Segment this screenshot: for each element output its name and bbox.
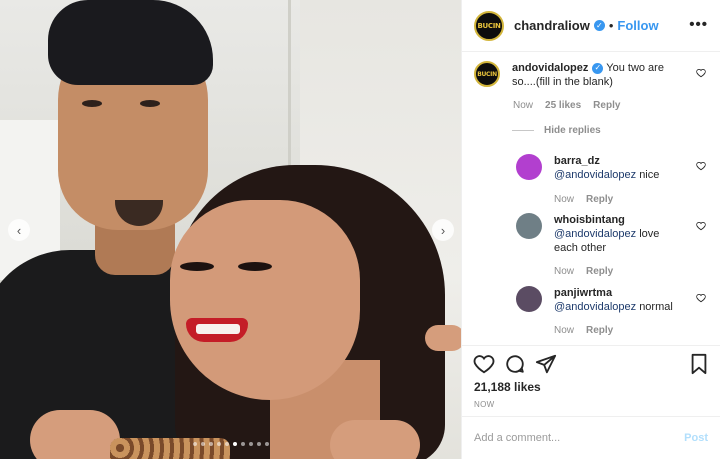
verified-badge-icon: ✓ (593, 20, 605, 31)
photo-finger (425, 325, 461, 351)
comments-section: BUCIN andovidalopez ✓ You two are so....(… (462, 53, 720, 345)
reply-item: barra_dz @andovidalopez nice (516, 154, 686, 182)
photo-man-eye (82, 100, 102, 107)
carousel-indicator (0, 442, 461, 446)
reply-meta: Now Reply (554, 194, 613, 205)
reply-time: Now (554, 266, 575, 277)
reply-item: whoisbintang @andovidalopez love each ot… (516, 213, 686, 255)
chevron-left-icon: ‹ (16, 222, 22, 238)
hide-replies-button[interactable]: Hide replies (512, 125, 601, 136)
chevron-right-icon: › (440, 222, 446, 238)
reply-text: nice (639, 169, 660, 181)
photo-hand-left (30, 410, 120, 459)
reply-avatar[interactable] (516, 286, 542, 312)
post-actions: 21,188 likes NOW (462, 345, 720, 415)
post-header: BUCIN chandraliow ✓ • Follow ••• (462, 0, 720, 52)
comment-time: Now (513, 100, 534, 111)
carousel-dot (240, 442, 245, 446)
comment-username[interactable]: andovidalopez (512, 62, 588, 74)
comment-icon[interactable] (504, 353, 526, 375)
reply-like-heart-icon[interactable] (696, 221, 706, 231)
reply-mention[interactable]: @andovidalopez (554, 301, 636, 313)
comment-reply-button[interactable]: Reply (593, 100, 620, 111)
photo-woman-eye (180, 262, 214, 271)
post-likes-count[interactable]: 21,188 likes (474, 380, 541, 394)
carousel-dot (200, 442, 205, 446)
bookmark-icon[interactable] (688, 353, 710, 375)
comment-like-heart-icon[interactable] (696, 68, 706, 78)
carousel-dot (216, 442, 221, 446)
carousel-dot (192, 442, 197, 446)
reply-time: Now (554, 194, 575, 205)
comment-meta: Now 25 likes Reply (513, 100, 620, 111)
carousel-dot (208, 442, 213, 446)
hide-replies-line (512, 130, 534, 131)
reply-text: normal (639, 301, 673, 313)
post-photo: ‹ › (0, 0, 461, 459)
reply-mention[interactable]: @andovidalopez (554, 169, 636, 181)
reply-username[interactable]: whoisbintang (554, 214, 625, 226)
reply-meta: Now Reply (554, 325, 613, 336)
header-separator: • (608, 18, 614, 33)
reply-avatar[interactable] (516, 154, 542, 180)
reply-avatar[interactable] (516, 213, 542, 239)
photo-hand-right (330, 420, 420, 459)
add-comment-input[interactable] (474, 432, 685, 444)
avatar-logo-text: BUCIN (477, 21, 501, 30)
photo-woman-eye (238, 262, 272, 271)
commenter-avatar[interactable]: BUCIN (474, 61, 500, 87)
carousel-prev-button[interactable]: ‹ (8, 219, 30, 241)
reply-body: barra_dz @andovidalopez nice (554, 154, 659, 182)
reply-reply-button[interactable]: Reply (586, 266, 613, 277)
reply-reply-button[interactable]: Reply (586, 194, 613, 205)
post-comment-button[interactable]: Post (684, 432, 708, 444)
carousel-dot (264, 442, 269, 446)
photo-woman-face (170, 200, 360, 400)
heart-icon[interactable] (473, 353, 495, 375)
reply-body: whoisbintang @andovidalopez love each ot… (554, 213, 672, 255)
hide-replies-label: Hide replies (544, 125, 601, 136)
verified-badge-icon: ✓ (592, 62, 604, 74)
add-comment-bar: Post (462, 416, 720, 459)
carousel-dot (256, 442, 261, 446)
reply-username[interactable]: barra_dz (554, 155, 600, 167)
post-timestamp: NOW (474, 400, 495, 409)
comment-likes-count[interactable]: 25 likes (545, 100, 581, 111)
poster-username[interactable]: chandraliow (514, 18, 590, 33)
carousel-dot-active (232, 442, 237, 446)
reply-reply-button[interactable]: Reply (586, 325, 613, 336)
share-icon[interactable] (535, 353, 557, 375)
reply-username[interactable]: panjiwrtma (554, 287, 612, 299)
reply-meta: Now Reply (554, 266, 613, 277)
reply-time: Now (554, 325, 575, 336)
photo-woman-teeth (196, 324, 240, 334)
reply-body: panjiwrtma @andovidalopez normal (554, 286, 673, 314)
carousel-next-button[interactable]: › (432, 219, 454, 241)
photo-man-eye (140, 100, 160, 107)
comment-body: andovidalopez ✓ You two are so....(fill i… (512, 61, 684, 89)
photo-man-hair (48, 0, 213, 85)
carousel-dot (248, 442, 253, 446)
more-options-icon[interactable]: ••• (689, 17, 708, 32)
poster-avatar[interactable]: BUCIN (474, 10, 504, 41)
follow-button[interactable]: Follow (617, 18, 658, 33)
carousel-dot (224, 442, 229, 446)
reply-item: panjiwrtma @andovidalopez normal (516, 286, 686, 314)
reply-like-heart-icon[interactable] (696, 161, 706, 171)
post-side-panel: BUCIN chandraliow ✓ • Follow ••• BUCIN a… (461, 0, 720, 459)
reply-mention[interactable]: @andovidalopez (554, 228, 636, 240)
comment-item: BUCIN andovidalopez ✓ You two are so....(… (474, 61, 684, 89)
avatar-logo-text: BUCIN (477, 70, 497, 78)
reply-like-heart-icon[interactable] (696, 293, 706, 303)
